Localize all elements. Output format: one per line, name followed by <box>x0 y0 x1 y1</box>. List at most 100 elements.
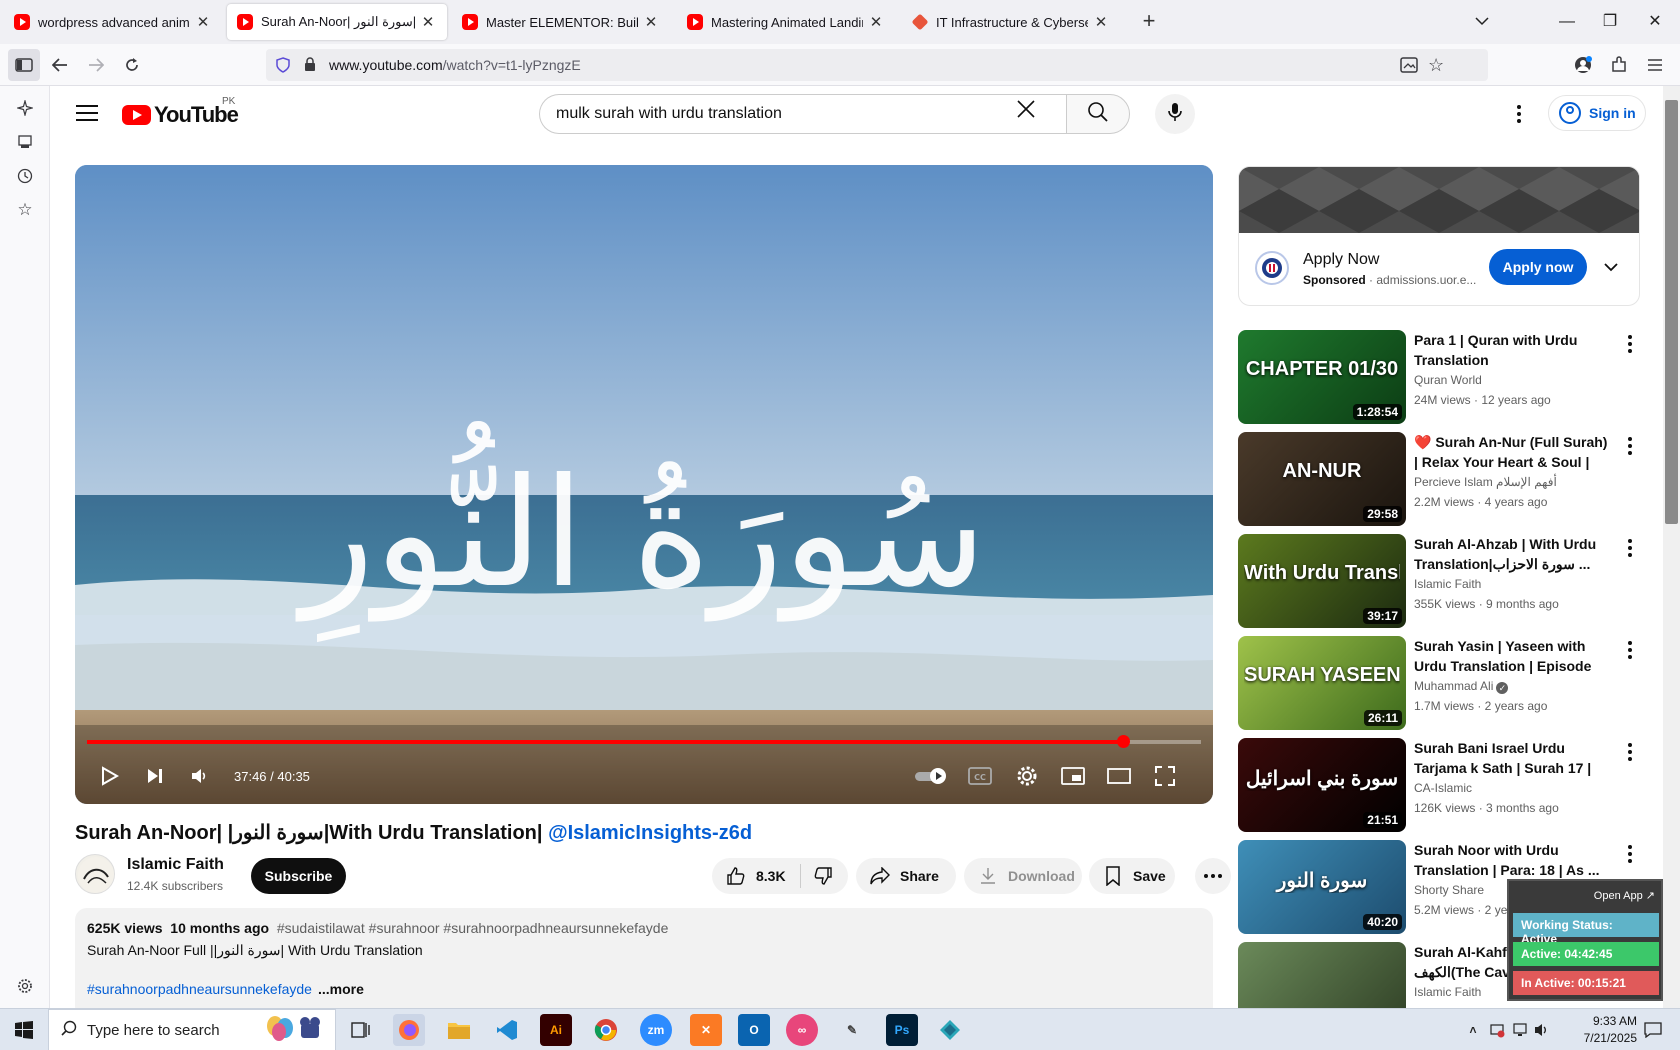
autoplay-toggle[interactable] <box>913 761 949 791</box>
vscode-icon[interactable] <box>491 1014 523 1046</box>
picture-icon[interactable] <box>1400 57 1418 78</box>
more-options-icon[interactable] <box>1620 332 1640 356</box>
video-title[interactable]: Surah Al-Ahzab | With Urdu Translation|س… <box>1414 534 1614 574</box>
bookmarks-star-icon[interactable]: ☆ <box>15 200 35 220</box>
hashtags[interactable]: #sudaistilawat #surahnoor #surahnoorpadh… <box>277 920 669 936</box>
xampp-icon[interactable]: ✕ <box>690 1014 722 1046</box>
close-icon[interactable]: ✕ <box>194 13 212 31</box>
settings-gear-icon[interactable] <box>1012 761 1042 791</box>
recommended-video[interactable]: CHAPTER 01/30 1:28:54 Para 1 | Quran with … <box>1238 330 1640 424</box>
url-bar[interactable]: www.youtube.com/watch?v=t1-lyPzngzE ☆ <box>266 49 1488 81</box>
account-icon[interactable] <box>1567 49 1599 81</box>
channel-name[interactable]: Islamic Faith <box>127 856 224 874</box>
shield-icon[interactable] <box>276 57 290 78</box>
tab-list-chevron-icon[interactable] <box>1467 8 1497 36</box>
search-box[interactable] <box>539 94 1066 134</box>
channel-name[interactable]: Islamic Faith <box>1414 577 1481 591</box>
more-options-icon[interactable] <box>1620 638 1640 662</box>
notifications-icon[interactable] <box>1640 1014 1666 1046</box>
video-player[interactable]: سُورَةُ النُّورِ 37:46 / 40:35 CC <box>75 165 1213 804</box>
browser-tab[interactable]: Master ELEMENTOR: Build a Res ✕ <box>452 4 670 40</box>
chevron-down-icon[interactable] <box>1599 255 1623 279</box>
close-window-button[interactable]: ✕ <box>1640 8 1670 36</box>
more-options-icon[interactable] <box>1620 740 1640 764</box>
channel-name[interactable]: Quran World <box>1414 373 1482 387</box>
hashtag-link[interactable]: #surahnoorpadhneaursunnekefayde <box>87 981 312 997</box>
new-tab-button[interactable]: + <box>1135 8 1163 36</box>
miniplayer-icon[interactable] <box>1058 761 1088 791</box>
photoshop-icon[interactable]: Ps <box>886 1014 918 1046</box>
video-thumbnail[interactable] <box>1238 942 1406 1008</box>
windows-start-icon[interactable] <box>0 1009 48 1050</box>
tracker-app-icon[interactable] <box>934 1014 966 1046</box>
progress-bar[interactable] <box>87 735 1201 748</box>
recommended-video[interactable]: With Urdu Translation 39:17 Surah Al-Ahzab… <box>1238 534 1640 628</box>
more-options-icon[interactable] <box>1507 100 1531 128</box>
page-scrollbar[interactable] <box>1663 86 1680 1008</box>
back-arrow-icon[interactable] <box>44 49 76 81</box>
description-box[interactable]: 625K views 10 months ago #sudaistilawat … <box>75 908 1213 1008</box>
outlook-icon[interactable]: O <box>738 1014 770 1046</box>
history-clock-icon[interactable] <box>15 166 35 186</box>
scrollbar-thumb[interactable] <box>1665 100 1678 524</box>
minimize-button[interactable]: — <box>1552 8 1582 36</box>
channel-handle-link[interactable]: @IslamicInsights-z6d <box>548 822 752 844</box>
channel-name[interactable]: Muhammad Ali ✓ <box>1414 679 1509 694</box>
chrome-icon[interactable] <box>590 1014 622 1046</box>
youtube-logo[interactable]: YouTube PK <box>122 96 239 128</box>
next-icon[interactable] <box>140 761 170 791</box>
settings-gear-icon[interactable] <box>15 976 35 996</box>
like-count[interactable]: 8.3K <box>756 868 786 884</box>
show-more-link[interactable]: ...more <box>318 981 364 997</box>
fullscreen-icon[interactable] <box>1150 761 1180 791</box>
chevron-up-icon[interactable]: ˄ <box>1463 1014 1483 1046</box>
restore-button[interactable]: ❐ <box>1595 8 1625 36</box>
video-title[interactable]: Surah Bani Israel Urdu Tarjama k Sath | … <box>1414 738 1614 778</box>
thumbs-up-icon[interactable] <box>724 864 748 888</box>
clear-search-icon[interactable] <box>1015 98 1045 128</box>
channel-avatar[interactable] <box>75 854 115 894</box>
more-options-icon[interactable] <box>1620 842 1640 866</box>
taskbar-search-box[interactable]: Type here to search <box>48 1009 336 1050</box>
search-button[interactable] <box>1066 94 1130 134</box>
volume-icon[interactable] <box>1532 1014 1552 1046</box>
save-button[interactable]: Save <box>1089 858 1175 894</box>
captions-icon[interactable]: CC <box>965 761 995 791</box>
network-icon[interactable] <box>1510 1014 1530 1046</box>
close-icon[interactable]: ✕ <box>867 13 885 31</box>
download-button[interactable]: Download <box>964 858 1082 894</box>
illustrator-icon[interactable]: Ai <box>540 1014 572 1046</box>
firefox-icon[interactable] <box>393 1014 425 1046</box>
browser-tab-active[interactable]: Surah An-Noor| سورة النور|With ✕ <box>227 4 447 40</box>
zoom-icon[interactable]: zm <box>640 1014 672 1046</box>
recommended-video[interactable]: SURAH YASEEN 26:11 Surah Yasin | Yaseen wi… <box>1238 636 1640 730</box>
more-options-icon[interactable] <box>1620 536 1640 560</box>
video-title[interactable]: ❤️ Surah An-Nur (Full Surah) | Relax You… <box>1414 432 1614 472</box>
apply-now-button[interactable]: Apply now <box>1489 249 1587 285</box>
video-thumbnail[interactable]: سورة النور 40:20 <box>1238 840 1406 934</box>
channel-name[interactable]: Shorty Share <box>1414 883 1484 897</box>
close-icon[interactable]: ✕ <box>642 13 660 31</box>
menu-hamburger-icon[interactable] <box>1639 49 1671 81</box>
play-icon[interactable] <box>95 761 125 791</box>
file-explorer-icon[interactable] <box>443 1014 475 1046</box>
recommended-video[interactable]: AN-NUR 29:58 ❤️ Surah An-Nur (Full Surah) … <box>1238 432 1640 526</box>
video-title[interactable]: Surah Noor with Urdu Translation | Para:… <box>1414 840 1614 880</box>
video-title[interactable]: Surah Yasin | Yaseen with Urdu Translati… <box>1414 636 1614 676</box>
bookmark-star-icon[interactable]: ☆ <box>1428 56 1444 74</box>
more-actions-icon[interactable] <box>1195 858 1231 894</box>
video-thumbnail[interactable]: CHAPTER 01/30 1:28:54 <box>1238 330 1406 424</box>
task-view-icon[interactable] <box>345 1014 377 1046</box>
browser-tab[interactable]: wordpress advanced animation ✕ <box>4 4 222 40</box>
lock-icon[interactable] <box>304 57 316 77</box>
subscribe-button[interactable]: Subscribe <box>251 858 346 894</box>
video-thumbnail[interactable]: AN-NUR 29:58 <box>1238 432 1406 526</box>
channel-name[interactable]: Islamic Faith <box>1414 985 1481 999</box>
creative-cloud-icon[interactable]: ∞ <box>786 1014 818 1046</box>
taskbar-clock[interactable]: 9:33 AM 7/21/2025 <box>1565 1013 1637 1047</box>
browser-tab[interactable]: IT Infrastructure & Cybersecurity ✕ <box>902 4 1120 40</box>
pen-tool-icon[interactable]: ✎ <box>836 1014 868 1046</box>
recommended-video[interactable]: سورة بني اسرائيل 21:51 Surah Bani Israel U… <box>1238 738 1640 832</box>
synced-tabs-icon[interactable] <box>15 132 35 152</box>
more-options-icon[interactable] <box>1620 434 1640 458</box>
